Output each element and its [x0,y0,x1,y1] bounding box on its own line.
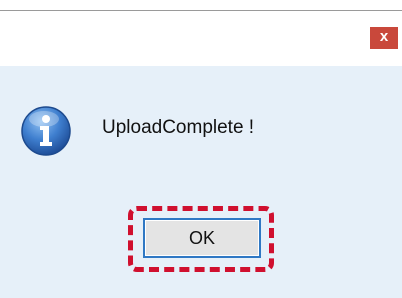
ok-button[interactable]: OK [143,218,261,258]
info-icon [21,106,71,156]
message-dialog: x UploadComplete ! OK [0,0,402,298]
message-text: UploadComplete ! [102,117,255,138]
close-button[interactable]: x [370,27,398,49]
title-bar [0,11,402,66]
